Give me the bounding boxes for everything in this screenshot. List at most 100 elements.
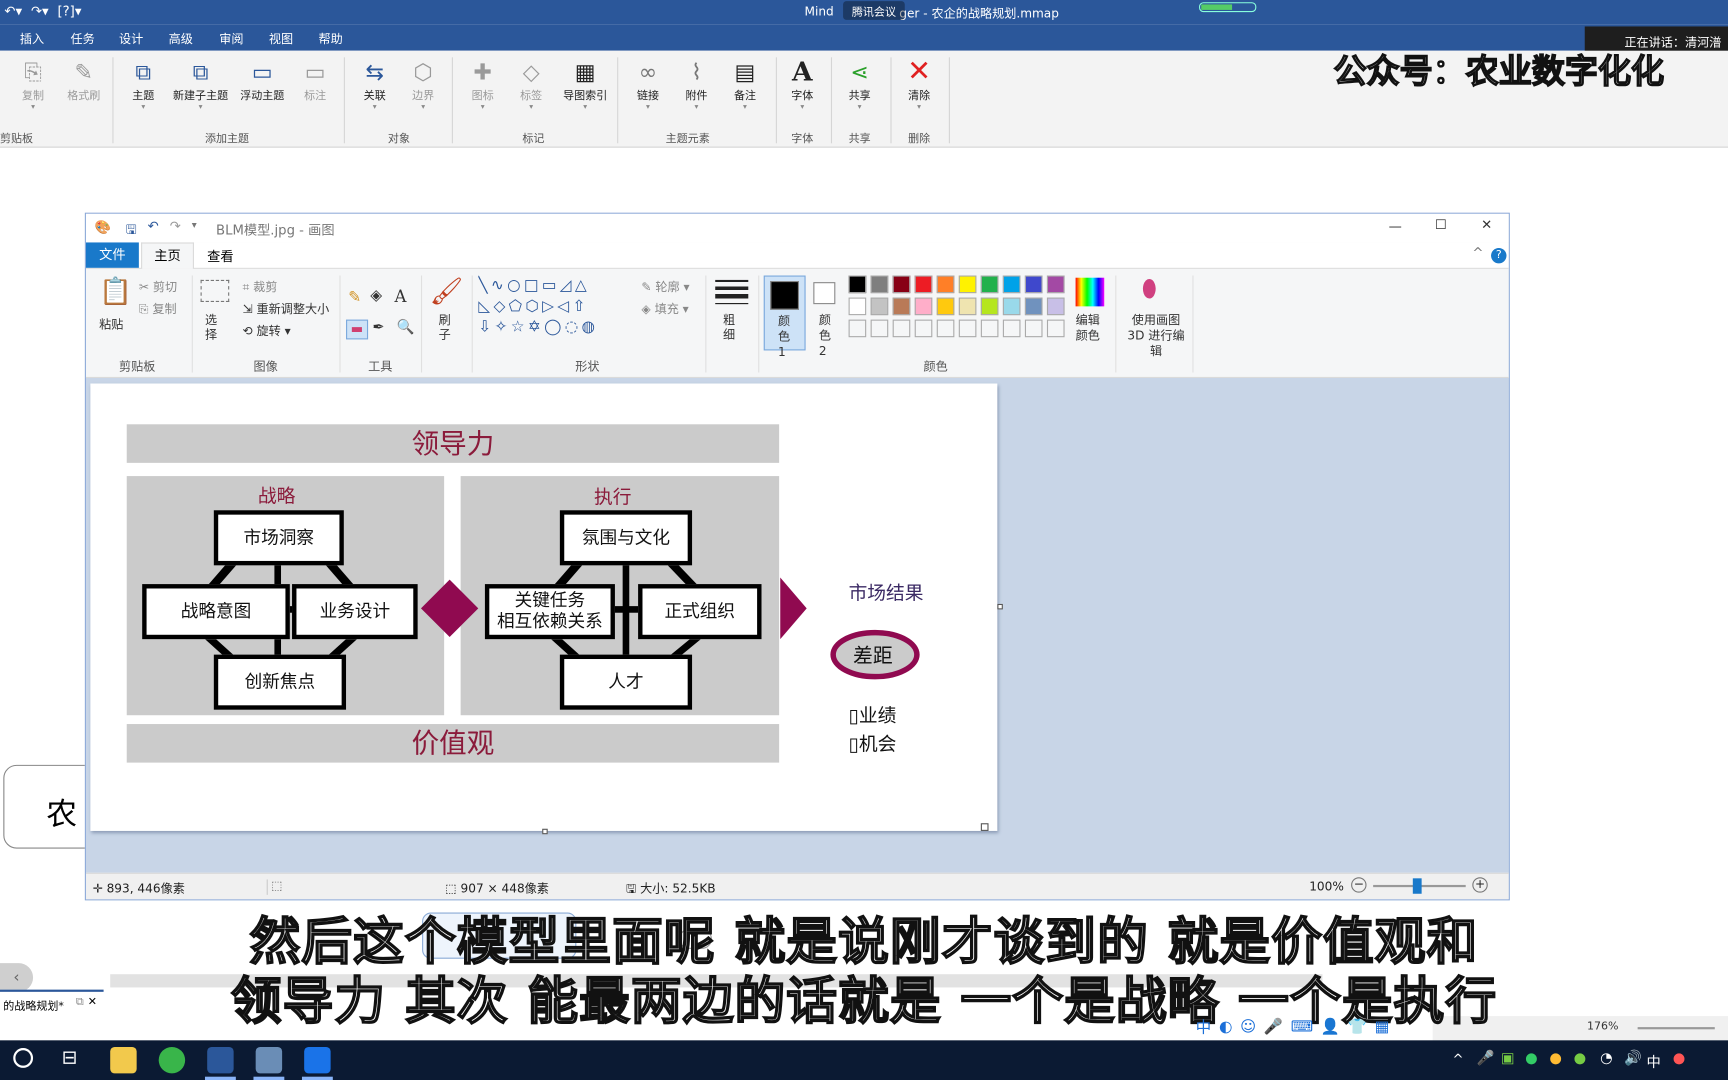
meeting-indicator[interactable]: 腾讯会议 xyxy=(843,1,905,20)
fill-bucket-icon[interactable]: ◈ xyxy=(370,287,382,305)
size-button[interactable]: 粗细 xyxy=(723,313,736,342)
color2-button[interactable]: 颜色 2 xyxy=(819,313,832,359)
text-tool-icon[interactable]: A xyxy=(395,287,407,307)
keyboard-icon[interactable]: ⌨ xyxy=(1291,1018,1313,1036)
tray-sogou-icon[interactable]: ● xyxy=(1673,1050,1686,1067)
resize-button[interactable]: ⇲ 重新调整大小 xyxy=(242,300,329,318)
tab-review[interactable]: 审阅 xyxy=(219,30,243,48)
tab-insert[interactable]: 插入 xyxy=(20,30,44,48)
tray-security-icon[interactable]: ● xyxy=(1549,1050,1562,1067)
tray-wechat-icon[interactable]: ● xyxy=(1574,1050,1587,1067)
help-icon[interactable]: [?]▾ xyxy=(57,3,81,18)
tray-mic-icon[interactable]: 🎤 xyxy=(1477,1050,1495,1067)
palette-swatch[interactable] xyxy=(1024,275,1043,294)
select-icon[interactable] xyxy=(200,279,230,302)
magnifier-icon[interactable]: 🔍 xyxy=(397,320,415,337)
palette-swatch[interactable] xyxy=(936,275,955,294)
palette-swatch[interactable] xyxy=(1024,297,1043,316)
tray-nvidia-icon[interactable]: ▣ xyxy=(1501,1050,1515,1067)
palette-swatch[interactable] xyxy=(1002,319,1021,338)
palette-swatch[interactable] xyxy=(848,319,867,338)
pencil-icon[interactable]: ✎ xyxy=(348,289,361,307)
map-index-button[interactable]: ▦ 导图索引 ▾ xyxy=(560,60,611,112)
ime-language[interactable]: 中 xyxy=(1196,1016,1211,1038)
font-button[interactable]: A 字体 ▾ xyxy=(780,58,824,111)
tab-home[interactable]: 主页 xyxy=(141,242,194,269)
undo-icon[interactable]: ↶▾ xyxy=(4,3,22,18)
palette-swatch[interactable] xyxy=(892,275,911,294)
mindmanager-taskbar-icon[interactable] xyxy=(207,1046,234,1074)
share-button[interactable]: ⋖ 共享 ▾ xyxy=(838,60,882,112)
maximize-button[interactable]: ☐ xyxy=(1435,217,1447,232)
save-icon[interactable]: 🖫 xyxy=(126,219,137,242)
paste-button[interactable]: 粘贴 xyxy=(99,315,123,333)
redo-icon[interactable]: ↷▾ xyxy=(31,3,49,18)
paint3d-button[interactable]: 使用画图 3D 进行编辑 xyxy=(1124,313,1188,359)
palette-swatch[interactable] xyxy=(870,319,889,338)
zoom-out-button[interactable]: − xyxy=(1351,877,1367,893)
undo-icon[interactable]: ↶ xyxy=(148,218,159,233)
volume-icon[interactable]: 🔊 xyxy=(1624,1050,1642,1067)
color2-swatch[interactable] xyxy=(813,282,836,305)
tag-button[interactable]: ◇ 标签 ▾ xyxy=(509,60,553,112)
tab-view[interactable]: 查看 xyxy=(207,247,233,266)
shapes-gallery[interactable]: ╲∿○□▭◿△ ◺◇⬠⬡▷◁⇧ ⇩✧☆✡◯◌◍ xyxy=(478,276,632,338)
file-explorer-icon[interactable] xyxy=(110,1046,137,1074)
palette-swatch[interactable] xyxy=(936,319,955,338)
tab-view[interactable]: 视图 xyxy=(269,30,293,48)
microphone-icon[interactable]: 🎤 xyxy=(1264,1018,1283,1036)
palette-swatch[interactable] xyxy=(914,297,933,316)
skin-icon[interactable]: 👕 xyxy=(1348,1018,1367,1036)
palette-swatch[interactable] xyxy=(914,319,933,338)
close-button[interactable]: ✕ xyxy=(1481,217,1492,232)
brush-icon[interactable]: 🖌 xyxy=(430,276,464,307)
palette-swatch[interactable] xyxy=(980,319,999,338)
tab-advanced[interactable]: 高级 xyxy=(169,30,193,48)
search-circle-icon[interactable] xyxy=(13,1048,34,1068)
palette-swatch[interactable] xyxy=(914,275,933,294)
palette-swatch[interactable] xyxy=(1002,275,1021,294)
palette-swatch[interactable] xyxy=(848,297,867,316)
tab-task[interactable]: 任务 xyxy=(71,30,95,48)
notes-button[interactable]: ▤ 备注 ▾ xyxy=(723,60,767,112)
cut-button[interactable]: ✂ 剪切 xyxy=(139,278,177,296)
emoji-icon[interactable]: ☺ xyxy=(1240,1018,1256,1036)
format-painter-button[interactable]: ✎ 格式刷 xyxy=(62,60,106,103)
rotate-button[interactable]: ⟲ 旋转 ▾ xyxy=(242,322,290,340)
palette-swatch[interactable] xyxy=(1046,275,1065,294)
collapse-ribbon-icon[interactable]: ^ xyxy=(1472,245,1483,260)
color-picker-icon[interactable]: ✒ xyxy=(372,320,384,337)
tab-help[interactable]: 帮助 xyxy=(318,30,342,48)
tools-grid-icon[interactable]: ▦ xyxy=(1375,1018,1390,1036)
palette-swatch[interactable] xyxy=(892,319,911,338)
copy-button[interactable]: ⎘ 复制 xyxy=(139,300,177,318)
minimize-button[interactable]: — xyxy=(1389,218,1402,233)
tab-file[interactable]: 文件 xyxy=(85,242,139,268)
floating-topic-button[interactable]: ▭ 浮动主题 xyxy=(238,60,286,103)
resize-handle-bottom[interactable] xyxy=(542,828,548,835)
palette-swatch[interactable] xyxy=(958,275,977,294)
relationship-button[interactable]: ⇆ 关联 ▾ xyxy=(353,60,397,112)
palette-swatch[interactable] xyxy=(848,275,867,294)
callout-button[interactable]: ▭ 标注 xyxy=(293,60,337,103)
palette-swatch[interactable] xyxy=(870,275,889,294)
fill-button[interactable]: ◈ 填充 ▾ xyxy=(641,300,688,318)
tray-app-icon[interactable]: ● xyxy=(1525,1050,1538,1067)
palette-swatch[interactable] xyxy=(870,297,889,316)
topic-button[interactable]: ⧉ 主题 ▾ xyxy=(121,60,165,112)
network-icon[interactable]: ◔ xyxy=(1600,1050,1613,1067)
tencent-meeting-icon[interactable] xyxy=(304,1046,331,1074)
resize-handle-corner[interactable] xyxy=(980,823,989,831)
color1-button[interactable]: 颜色 1 xyxy=(763,275,806,359)
select-button[interactable]: 选择 xyxy=(205,313,218,342)
quick-access-toolbar[interactable]: ↶▾ ↷▾ [?]▾ xyxy=(4,3,81,18)
line-size-icon[interactable] xyxy=(715,279,749,305)
eraser-icon[interactable]: ▬ xyxy=(346,319,369,340)
palette-swatch[interactable] xyxy=(980,297,999,316)
edit-colors-icon[interactable] xyxy=(1075,277,1105,307)
customize-toolbar-icon[interactable]: ▾ xyxy=(192,220,197,231)
help-icon[interactable]: ? xyxy=(1491,247,1507,264)
tab-design[interactable]: 设计 xyxy=(119,30,143,48)
tray-ime-language[interactable]: 中 xyxy=(1646,1050,1660,1072)
browser-icon[interactable] xyxy=(158,1046,186,1074)
